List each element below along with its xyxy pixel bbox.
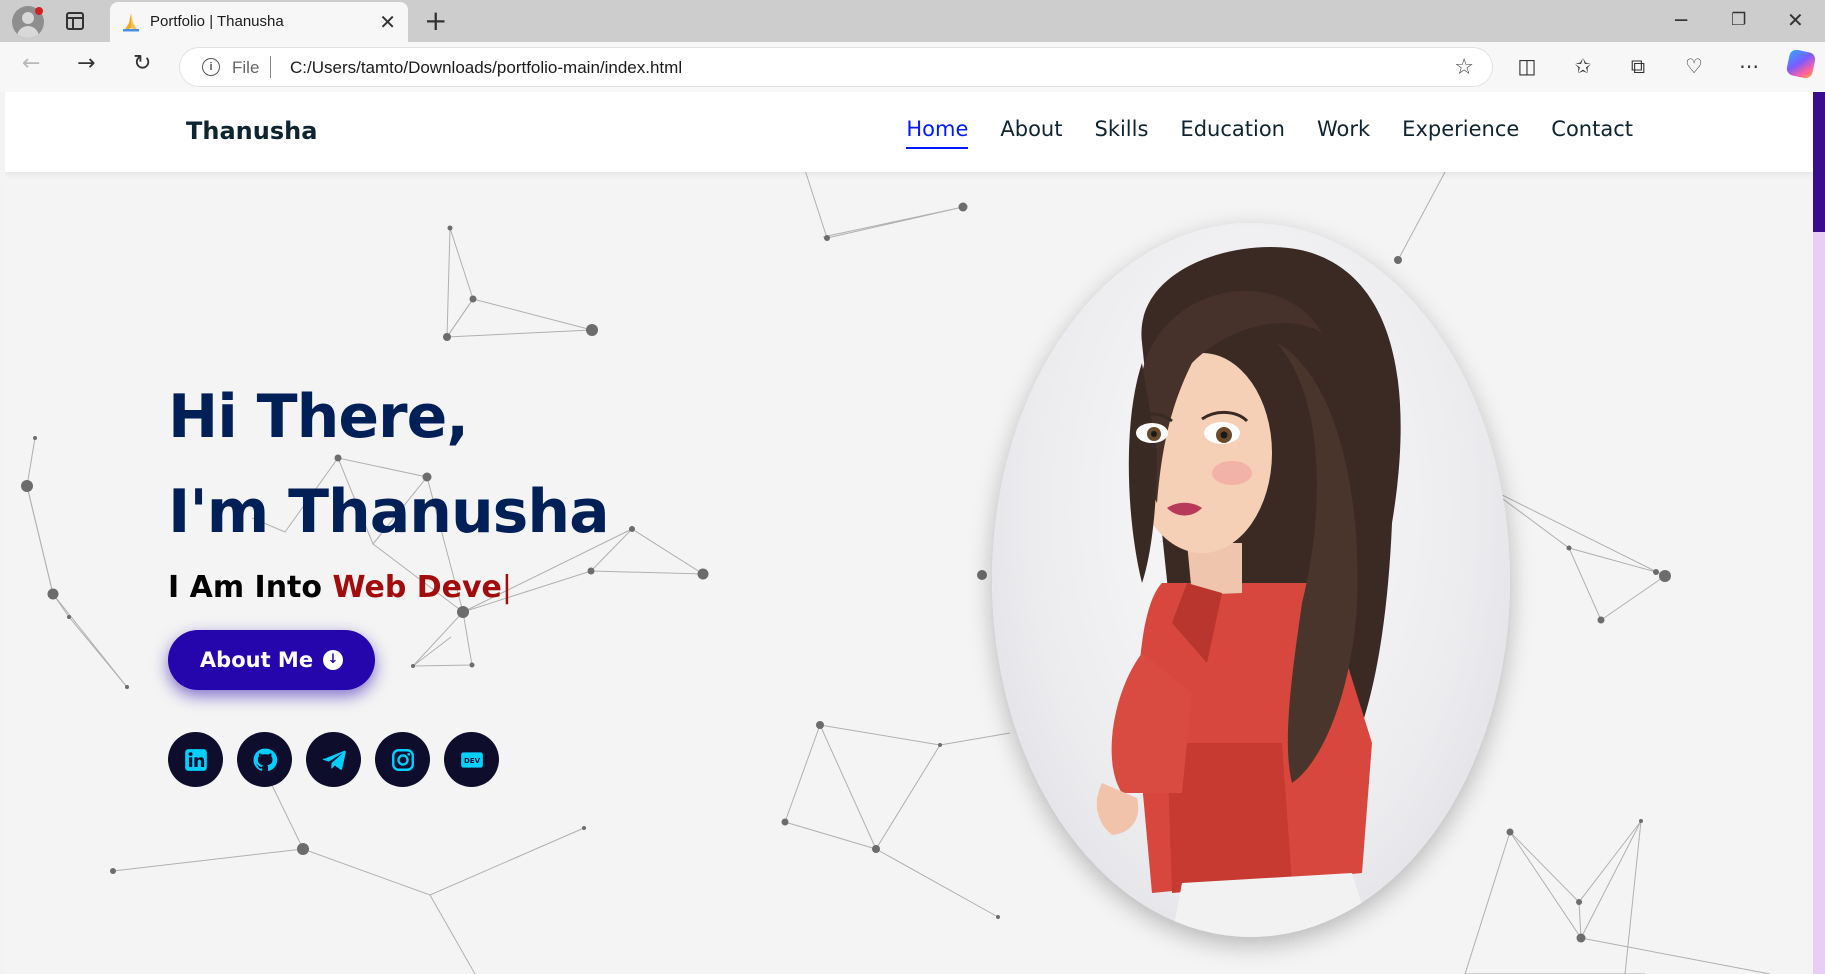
- split-screen-icon[interactable]: ◫: [1513, 52, 1541, 80]
- typing-caret: |: [501, 570, 513, 605]
- hero-greeting-line2: I'm Thanusha: [168, 477, 610, 547]
- brand-logo[interactable]: Thanusha: [186, 117, 317, 145]
- typing-line: I Am Into Web Deve|: [168, 570, 609, 605]
- favorites-icon[interactable]: ✩: [1569, 52, 1597, 80]
- site-info-icon[interactable]: i: [202, 58, 220, 76]
- reload-icon[interactable]: ↻: [133, 51, 151, 76]
- address-bar[interactable]: i File C:/Users/tamto/Downloads/portfoli…: [180, 48, 1492, 86]
- forward-icon[interactable]: →: [77, 51, 95, 76]
- more-menu-icon[interactable]: ⋯: [1735, 52, 1763, 80]
- site-header: Thanusha Home About Skills Education Wor…: [5, 92, 1813, 172]
- about-me-label: About Me: [199, 648, 314, 672]
- browser-toolbar: ← → ↻ i File C:/Users/tamto/Downloads/po…: [0, 42, 1825, 92]
- back-icon[interactable]: ←: [22, 51, 40, 76]
- minimize-icon[interactable]: ─: [1675, 8, 1687, 32]
- browser-tab-active[interactable]: Portfolio | Thanusha ✕: [110, 2, 408, 42]
- telegram-icon[interactable]: [306, 732, 361, 787]
- restore-icon[interactable]: ❐: [1731, 10, 1746, 30]
- typing-role-text: Web Deve: [332, 570, 502, 605]
- favorite-star-icon[interactable]: ☆: [1454, 55, 1474, 80]
- nav-contact[interactable]: Contact: [1551, 117, 1633, 149]
- nav-about[interactable]: About: [1000, 117, 1062, 149]
- about-me-button[interactable]: About Me ↓: [168, 630, 375, 690]
- favicon-icon: [123, 13, 139, 32]
- tab-actions-icon[interactable]: [66, 12, 84, 30]
- arrow-down-circle-icon: ↓: [323, 650, 344, 670]
- social-links: DEV: [168, 732, 499, 787]
- nav-home[interactable]: Home: [906, 117, 969, 149]
- hero-greeting-line1: Hi There,: [168, 382, 469, 452]
- nav-experience[interactable]: Experience: [1402, 117, 1519, 149]
- new-tab-icon[interactable]: +: [424, 4, 447, 37]
- linkedin-icon[interactable]: [168, 732, 223, 787]
- instagram-icon[interactable]: [375, 732, 430, 787]
- browser-tab-bar: Portfolio | Thanusha ✕ + ─ ❐ ✕: [0, 0, 1825, 42]
- main-nav: Home About Skills Education Work Experie…: [906, 117, 1633, 149]
- github-icon[interactable]: [237, 732, 292, 787]
- dev-badge-text: DEV: [463, 756, 480, 765]
- url-text[interactable]: C:/Users/tamto/Downloads/portfolio-main/…: [290, 58, 682, 78]
- tab-title: Portfolio | Thanusha: [150, 13, 284, 30]
- hero-content: Hi There, I'm Thanusha I Am Into Web Dev…: [168, 370, 610, 787]
- browser-essentials-icon[interactable]: ♡: [1680, 52, 1708, 80]
- notification-dot: [35, 7, 43, 15]
- tab-close-icon[interactable]: ✕: [379, 10, 396, 34]
- scrollbar-thumb[interactable]: [1813, 92, 1825, 232]
- typing-prefix: I Am Into: [168, 570, 333, 605]
- nav-work[interactable]: Work: [1317, 117, 1370, 149]
- page-viewport: Thanusha Home About Skills Education Wor…: [5, 92, 1813, 974]
- nav-education[interactable]: Education: [1180, 117, 1285, 149]
- dev-icon[interactable]: DEV: [444, 732, 499, 787]
- profile-avatar-image: [992, 223, 1510, 937]
- url-scheme: File: [232, 58, 260, 77]
- copilot-icon[interactable]: [1785, 48, 1817, 80]
- page-scrollbar[interactable]: [1813, 92, 1825, 974]
- collections-icon[interactable]: ⧉: [1624, 52, 1652, 80]
- nav-skills[interactable]: Skills: [1094, 117, 1148, 149]
- close-window-icon[interactable]: ✕: [1787, 8, 1804, 32]
- avatar-illustration: [1096, 247, 1401, 937]
